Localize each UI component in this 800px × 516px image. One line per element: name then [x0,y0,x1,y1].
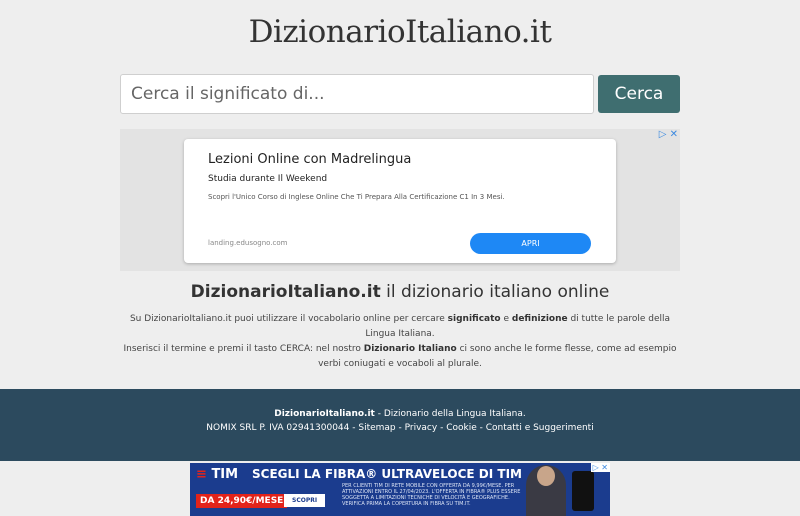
footer-tagline-text: - Dizionario della Lingua Italiana. [374,409,526,419]
footer-separator: - [349,423,359,433]
banner-headline: SCEGLI LA FIBRA® ULTRAVELOCE DI TIM [252,467,522,481]
banner-price: DA 24,90€/MESE [196,494,288,508]
tim-logo-text: TIM [211,467,239,482]
ad-area: ▷ ✕ Lezioni Online con Madrelingua Studi… [120,129,680,271]
footer-link-privacy[interactable]: Privacy [405,423,438,433]
banner-cta-button[interactable]: SCOPRI [284,494,326,507]
ad-title[interactable]: Lezioni Online con Madrelingua [208,152,411,167]
page-heading: DizionarioItaliano.it il dizionario ital… [0,282,800,302]
description-bold: definizione [511,314,568,324]
ad-choices-icon[interactable]: ▷ ✕ [659,129,678,140]
ad-text: Scopri l'Unico Corso di Inglese Online C… [208,193,505,201]
footer-link-contatti[interactable]: Contatti e Suggerimenti [486,423,594,433]
ad-url[interactable]: landing.edusogno.com [208,239,288,247]
footer: DizionarioItaliano.it - Dizionario della… [0,389,800,461]
page-heading-rest: il dizionario italiano online [380,282,610,302]
description-text: Inserisci il termine e premi il tasto CE… [123,344,364,354]
footer-separator: - [476,423,486,433]
ad-subtitle: Studia durante Il Weekend [208,174,328,184]
footer-tagline: DizionarioItaliano.it - Dizionario della… [0,409,800,419]
tim-logo: ≡ TIM [196,467,238,482]
page-heading-brand: DizionarioItaliano.it [190,282,381,302]
site-title[interactable]: DizionarioItaliano.it [0,14,800,50]
footer-separator: - [437,423,447,433]
footer-links: NOMIX SRL P. IVA 02941300044 - Sitemap -… [0,423,800,433]
banner-phone-image [572,471,594,511]
footer-brand: DizionarioItaliano.it [274,409,375,419]
search-button[interactable]: Cerca [598,75,680,113]
description-text: e [500,314,512,324]
description-bold: Dizionario Italiano [363,344,457,354]
description-text: Su DizionarioItaliano.it puoi utilizzare… [129,314,448,324]
footer-link-cookie[interactable]: Cookie [446,423,477,433]
bottom-banner-ad[interactable]: ≡ TIM SCEGLI LA FIBRA® ULTRAVELOCE DI TI… [190,463,610,516]
banner-adchoices-icon[interactable]: ▷ ✕ [590,463,610,472]
tim-logo-icon: ≡ [196,467,207,482]
banner-fine-print: PER CLIENTI TIM DI RETE MOBILE CON OFFER… [342,483,521,507]
ad-card[interactable]: Lezioni Online con Madrelingua Studia du… [184,139,616,263]
banner-person-head [537,466,555,486]
ad-open-button[interactable]: APRI [470,233,591,254]
description-bold: significato [447,314,501,324]
search-input[interactable] [120,74,594,114]
footer-company: NOMIX SRL P. IVA 02941300044 [206,423,350,433]
footer-separator: - [395,423,405,433]
footer-link-sitemap[interactable]: Sitemap [358,423,395,433]
site-description: Su DizionarioItaliano.it puoi utilizzare… [120,312,680,372]
